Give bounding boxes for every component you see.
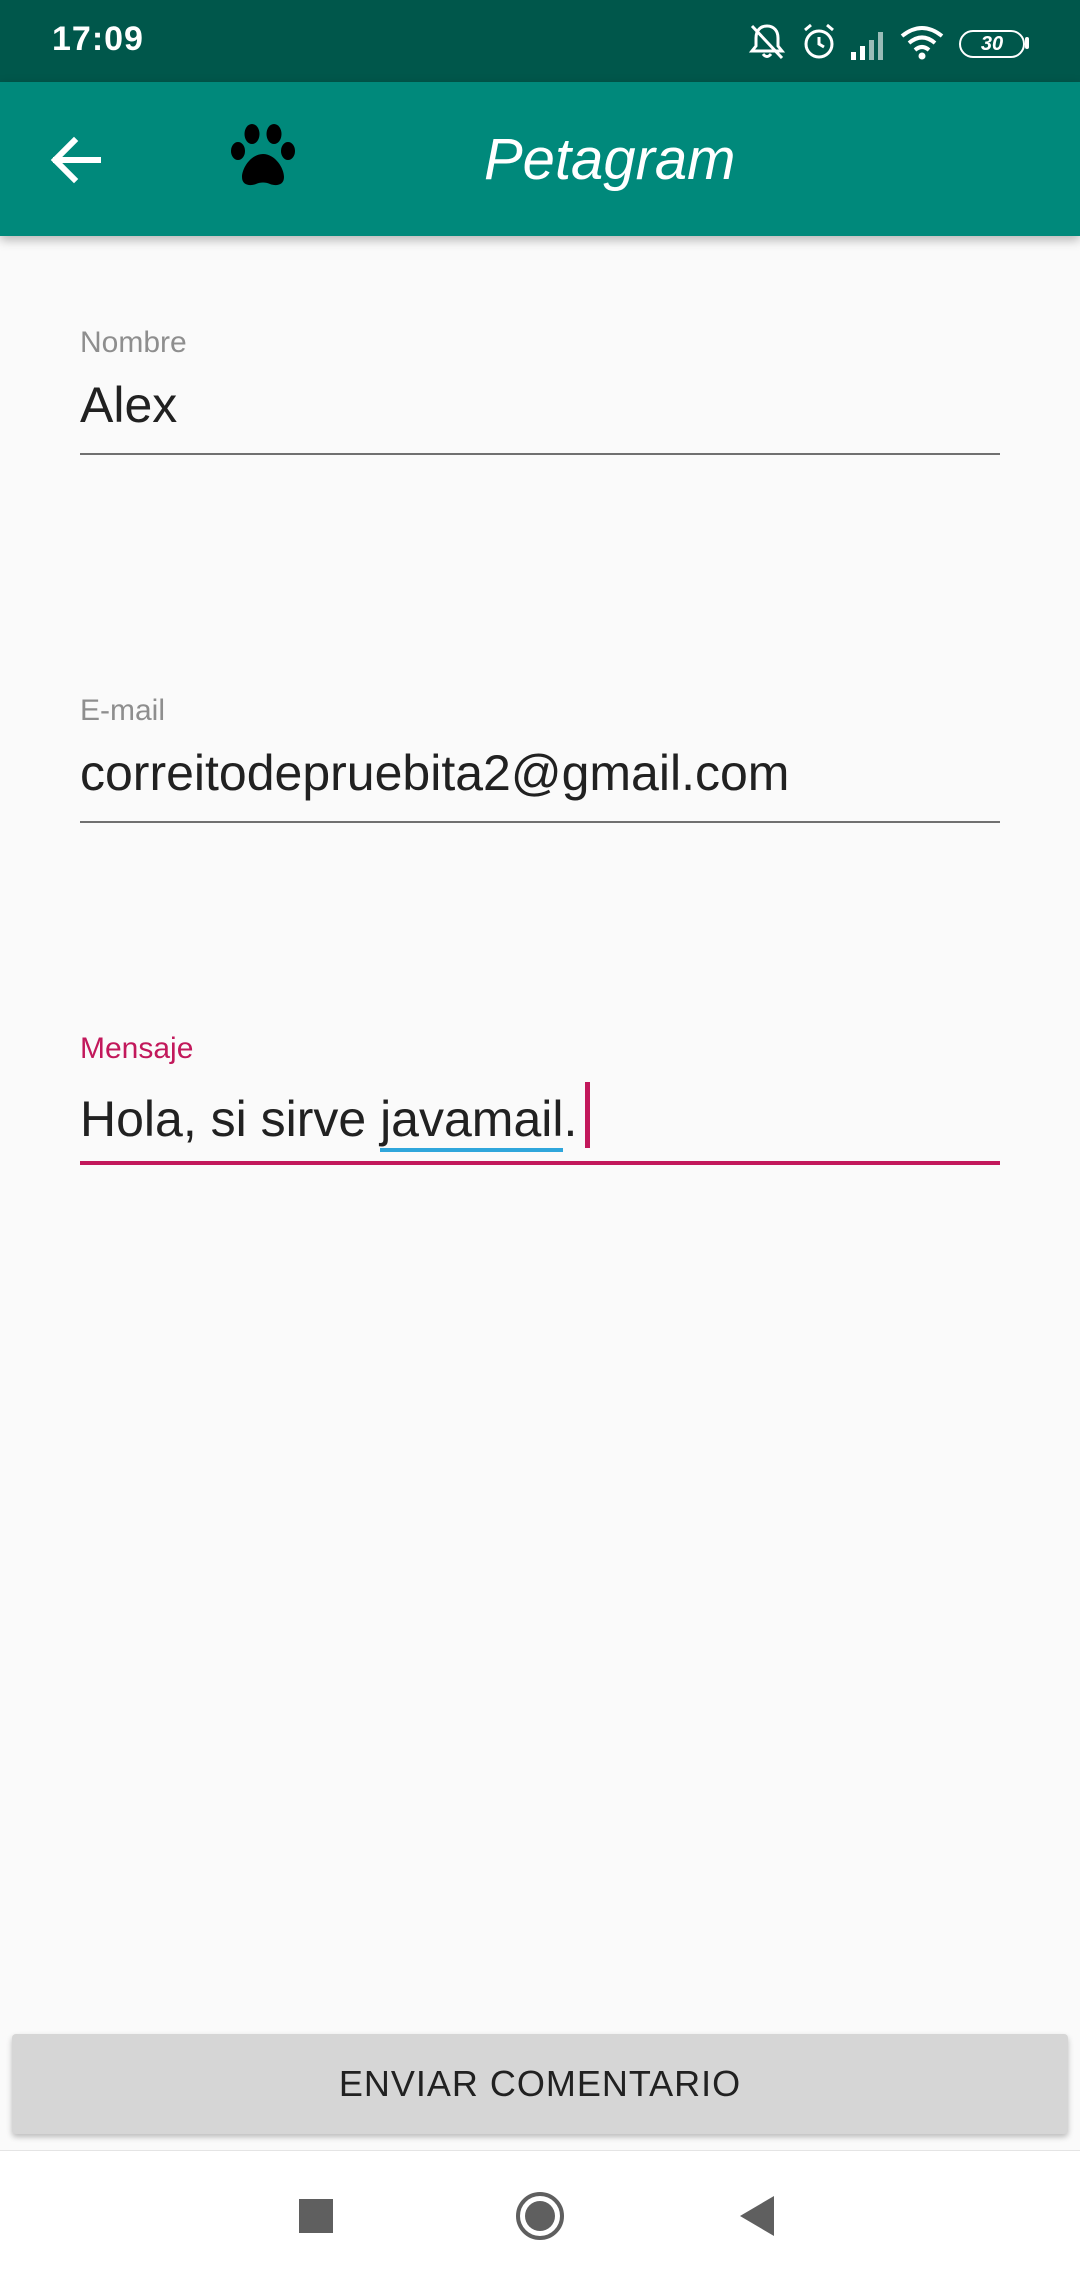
app-title: Petagram [484, 127, 736, 192]
wifi-icon [900, 26, 944, 60]
status-bar: 17:09 30 [0, 0, 1080, 82]
triangle-back-icon[interactable] [722, 2178, 798, 2254]
signal-icon [851, 32, 883, 60]
nombre-underline [80, 453, 1000, 455]
system-nav-bar [0, 2150, 1080, 2281]
mensaje-underline [80, 1161, 1000, 1165]
email-underline [80, 821, 1000, 823]
nombre-label: Nombre [80, 326, 187, 359]
text-cursor [585, 1082, 591, 1148]
email-input[interactable]: correitodepruebita2@gmail.com [80, 744, 789, 802]
square-recents-icon[interactable] [278, 2178, 354, 2254]
mensaje-label: Mensaje [80, 1032, 194, 1065]
email-field[interactable]: E-mail correitodepruebita2@gmail.com [80, 694, 1000, 826]
battery-indicator: 30 [959, 18, 1031, 66]
mensaje-text-prefix: Hola, si sirve [80, 1091, 381, 1147]
app-bar: Petagram [0, 82, 1080, 236]
notifications-off-icon [748, 24, 786, 60]
nombre-field[interactable]: Nombre Alex [80, 326, 1000, 458]
mensaje-input[interactable]: Hola, si sirve javamail. [80, 1082, 591, 1152]
battery-tip [1025, 37, 1029, 49]
back-button[interactable] [40, 124, 112, 196]
email-label: E-mail [80, 694, 166, 727]
enviar-comentario-button[interactable]: ENVIAR COMENTARIO [12, 2034, 1068, 2134]
nombre-input[interactable]: Alex [80, 376, 177, 434]
arrow-back-icon [50, 136, 101, 184]
status-icons: 30 [747, 18, 1032, 66]
battery-icon: 30 [959, 30, 1025, 58]
circle-home-icon[interactable] [502, 2178, 578, 2254]
mensaje-field[interactable]: Mensaje Hola, si sirve javamail. [80, 1032, 1000, 1168]
spellcheck-flagged-word[interactable]: javamail [380, 1091, 564, 1152]
status-time: 17:09 [52, 20, 144, 58]
paw-icon [231, 124, 295, 186]
mensaje-text-suffix: . [563, 1091, 578, 1147]
alarm-icon [804, 23, 834, 59]
